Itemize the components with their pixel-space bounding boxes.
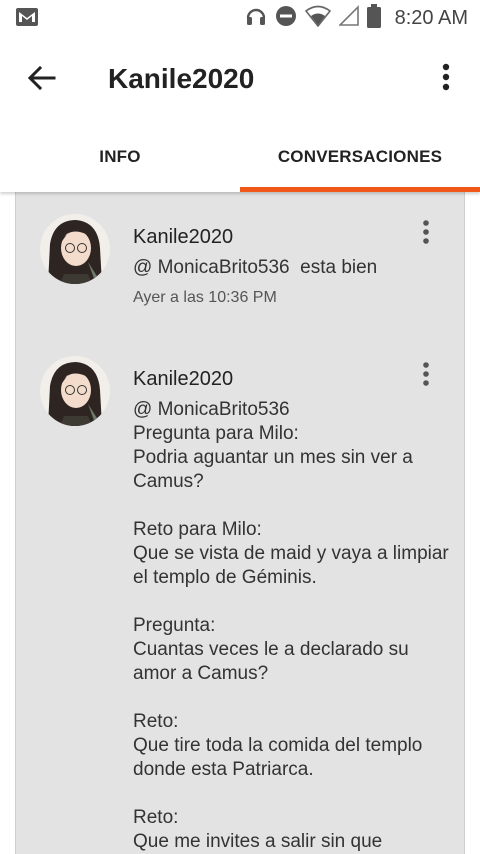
comment-menu-button[interactable] [416, 218, 436, 250]
wifi-icon [304, 5, 331, 32]
conversation-list[interactable]: Kanile2020 @ MonicaBrito536 esta bien Ay… [0, 192, 480, 854]
headset-icon [245, 5, 267, 32]
signal-icon [337, 4, 359, 32]
tab-bar: INFO CONVERSACIONES [0, 122, 480, 192]
avatar[interactable] [40, 356, 110, 426]
do-not-disturb-icon [275, 5, 297, 32]
comment-menu-button[interactable] [416, 360, 436, 392]
battery-icon [366, 3, 381, 33]
comment-author[interactable]: Kanile2020 [133, 368, 233, 391]
comment-text: @ MonicaBrito536 esta bien [133, 257, 378, 278]
more-vertical-icon [442, 63, 450, 96]
gmail-icon [16, 8, 38, 26]
comments-panel: Kanile2020 @ MonicaBrito536 esta bien Ay… [15, 192, 465, 854]
status-time: 8:20 AM [394, 6, 468, 29]
comment-text: @ MonicaBrito536 Pregunta para Milo: Pod… [133, 399, 449, 852]
page-title: Kanile2020 [108, 63, 255, 94]
avatar[interactable] [40, 214, 110, 284]
comment-timestamp: Ayer a las 10:36 PM [133, 289, 277, 306]
more-vertical-icon [423, 361, 429, 391]
app-bar: Kanile2020 [0, 36, 480, 122]
tab-conversaciones[interactable]: CONVERSACIONES [240, 122, 480, 192]
arrow-left-icon [27, 65, 56, 95]
more-vertical-icon [423, 219, 429, 249]
back-button[interactable] [22, 62, 62, 98]
overflow-menu-button[interactable] [434, 60, 458, 98]
status-bar: 8:20 AM [0, 0, 480, 36]
tab-info[interactable]: INFO [0, 122, 240, 192]
comment-author[interactable]: Kanile2020 [133, 226, 233, 249]
